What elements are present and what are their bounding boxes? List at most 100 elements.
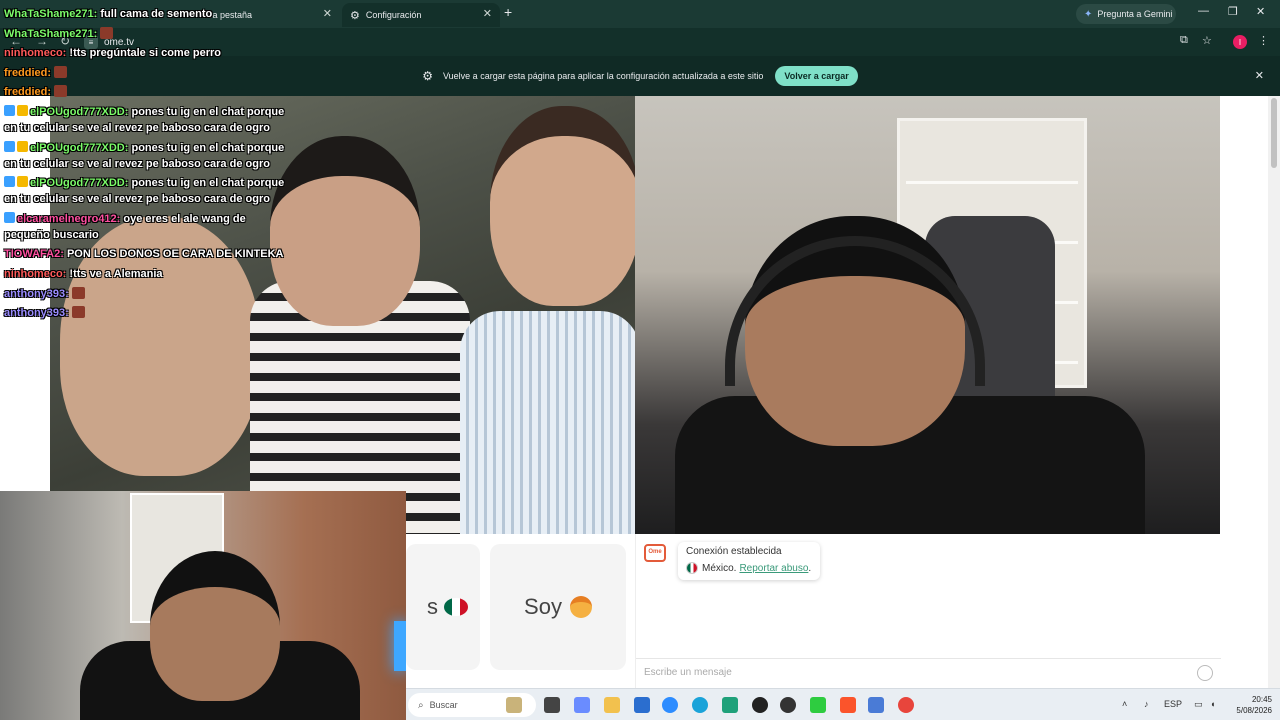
chat-username: freddied: [4, 66, 52, 79]
chat-message: elPOUgod777XDD: pones tu ig en el chat p… [4, 104, 294, 136]
tab-close-icon[interactable]: ✕ [483, 7, 492, 20]
tray-chevron-icon[interactable]: ˄ [1122, 699, 1127, 709]
microphone-icon[interactable]: ♪ [1144, 699, 1149, 709]
chat-message: WhaTaShame271: [4, 26, 294, 42]
install-app-icon[interactable]: ⧉ [1180, 34, 1188, 47]
chrome-icon[interactable] [898, 697, 914, 713]
country-card[interactable]: s [406, 544, 480, 670]
screen: va pestaña ✕ ⚙ Configuración ✕ + ✦ Pregu… [0, 0, 1280, 720]
gemini-label: Pregunta a Gemini [1097, 9, 1173, 19]
report-abuse-link[interactable]: Reportar abuso [739, 563, 808, 574]
sparkle-icon: ✦ [1084, 8, 1093, 20]
edge-icon[interactable] [692, 697, 708, 713]
close-window-button[interactable]: ✕ [1256, 5, 1265, 18]
chat-badge-icon [4, 140, 15, 152]
clock-date: 5/08/2026 [1236, 706, 1272, 715]
network-icon[interactable]: ▭ [1194, 699, 1203, 710]
obs-icon[interactable] [752, 697, 768, 713]
chat-emote-icon [100, 26, 114, 39]
taskbar-clock[interactable]: 20:45 5/08/2026 [1228, 694, 1272, 716]
status-title: Conexión establecida [686, 546, 782, 557]
reload-page-button[interactable]: Volver a cargar [775, 66, 858, 86]
app-blue-icon[interactable] [868, 697, 884, 713]
person-3 [490, 106, 635, 306]
chat-message: elPOUgod777XDD: pones tu ig en el chat p… [4, 175, 294, 207]
chat-emote-icon [71, 306, 85, 319]
message-input[interactable]: Escribe un mensaje [636, 658, 1221, 688]
chat-badge-icon [17, 140, 28, 152]
chat-text: full cama de semento [97, 8, 213, 20]
input-language[interactable]: ESP [1164, 699, 1182, 709]
chat-message: ninhomeco: !tts ve a Alemania [4, 266, 294, 282]
report-suffix: . [808, 562, 812, 574]
tab-close-icon[interactable]: ✕ [323, 7, 332, 20]
bookmark-star-icon[interactable]: ☆ [1202, 34, 1212, 47]
chat-badge-icon [4, 104, 15, 116]
chat-username: WhaTaShame271: [4, 8, 98, 20]
app-g-icon[interactable] [780, 697, 796, 713]
chat-emote-icon [71, 286, 85, 299]
copilot-icon[interactable] [574, 697, 590, 713]
chat-message: anthony393: [4, 286, 294, 302]
chat-message: anthony393: [4, 305, 294, 321]
vpn-icon[interactable] [722, 697, 738, 713]
chat-username: elPOUgod777XDD: [30, 141, 129, 154]
gemini-button[interactable]: ✦ Pregunta a Gemini [1076, 4, 1176, 24]
person-3-shirt [460, 311, 635, 534]
file-explorer-icon[interactable] [604, 697, 620, 713]
store-icon[interactable] [634, 697, 650, 713]
chat-emote-icon [54, 85, 68, 98]
search-placeholder: Buscar [429, 700, 458, 710]
tab-label: Configuración [365, 10, 422, 20]
new-tab-button[interactable]: + [504, 4, 512, 20]
chat-message: freddied: [4, 65, 294, 81]
page-scrollbar[interactable] [1268, 96, 1280, 688]
own-video [635, 96, 1220, 534]
message-placeholder: Escribe un mensaje [644, 667, 732, 678]
tab-configuracion[interactable]: ⚙ Configuración ✕ [342, 3, 500, 27]
chat-username: elPOUgod777XDD: [30, 177, 129, 190]
chat-message: elPOUgod777XDD: pones tu ig en el chat p… [4, 140, 294, 172]
chat-username: freddied: [4, 86, 52, 99]
chat-message: elcaramelnegro412: oye eres el ale wang … [4, 211, 294, 243]
gender-card[interactable]: Soy [490, 544, 626, 670]
chat-message: ninhomeco: !tts pregúntale si come perro [4, 45, 294, 61]
task-view-icon[interactable] [544, 697, 560, 713]
streamer-webcam [0, 491, 406, 720]
chat-panel: Ome Conexión establecida México. Reporta… [635, 534, 1221, 688]
chat-text: PON LOS DONOS OE CARA DE KINTEKA [63, 248, 284, 261]
infobar-message: Vuelve a cargar esta página para aplicar… [443, 71, 764, 81]
zoom-icon[interactable] [662, 697, 678, 713]
widgets-icon[interactable] [506, 697, 522, 713]
profile-avatar[interactable]: I [1233, 35, 1247, 49]
chat-text: !tts ve a Alemania [66, 267, 163, 280]
gender-card-text: Soy [524, 594, 562, 619]
search-icon: ⌕ [418, 699, 424, 711]
chat-text: !tts pregúntale si come perro [66, 47, 221, 60]
kick-icon[interactable] [810, 697, 826, 713]
blue-light [394, 621, 406, 671]
gear-icon: ⚙ [350, 9, 360, 22]
emoji-icon[interactable] [1197, 665, 1213, 681]
taskbar: ⌕ Buscar ˄ ♪ ESP ▭ ◖ 20:45 5/08/2026 [406, 688, 1280, 720]
chat-message: WhaTaShame271: full cama de semento [4, 6, 294, 22]
infobar-close-icon[interactable]: ✕ [1255, 69, 1264, 82]
clock-time: 20:45 [1251, 695, 1272, 704]
chat-message: freddied: [4, 84, 294, 100]
country-name: México. [702, 562, 737, 574]
volume-icon[interactable]: ◖ [1210, 699, 1215, 709]
restore-button[interactable]: ❐ [1228, 5, 1238, 18]
settings-gear-icon: ⚙ [422, 69, 433, 83]
chat-username: WhaTaShame271: [4, 27, 98, 40]
ome-tv-logo-icon: Ome [644, 544, 666, 562]
stream-chat-overlay: WhaTaShame271: full cama de semento WhaTa… [4, 6, 294, 325]
mexico-flag-icon [444, 598, 468, 616]
chat-username: ninhomeco: [4, 47, 67, 60]
menu-kebab-icon[interactable]: ⋮ [1258, 34, 1269, 47]
brave-icon[interactable] [840, 697, 856, 713]
connection-status: Conexión establecida México. Reportar ab… [678, 542, 820, 580]
country-card-text: s [427, 594, 438, 619]
chat-username: ninhomeco: [4, 267, 67, 280]
chat-username: elcaramelnegro412: [17, 212, 121, 225]
minimize-button[interactable]: — [1198, 5, 1209, 17]
